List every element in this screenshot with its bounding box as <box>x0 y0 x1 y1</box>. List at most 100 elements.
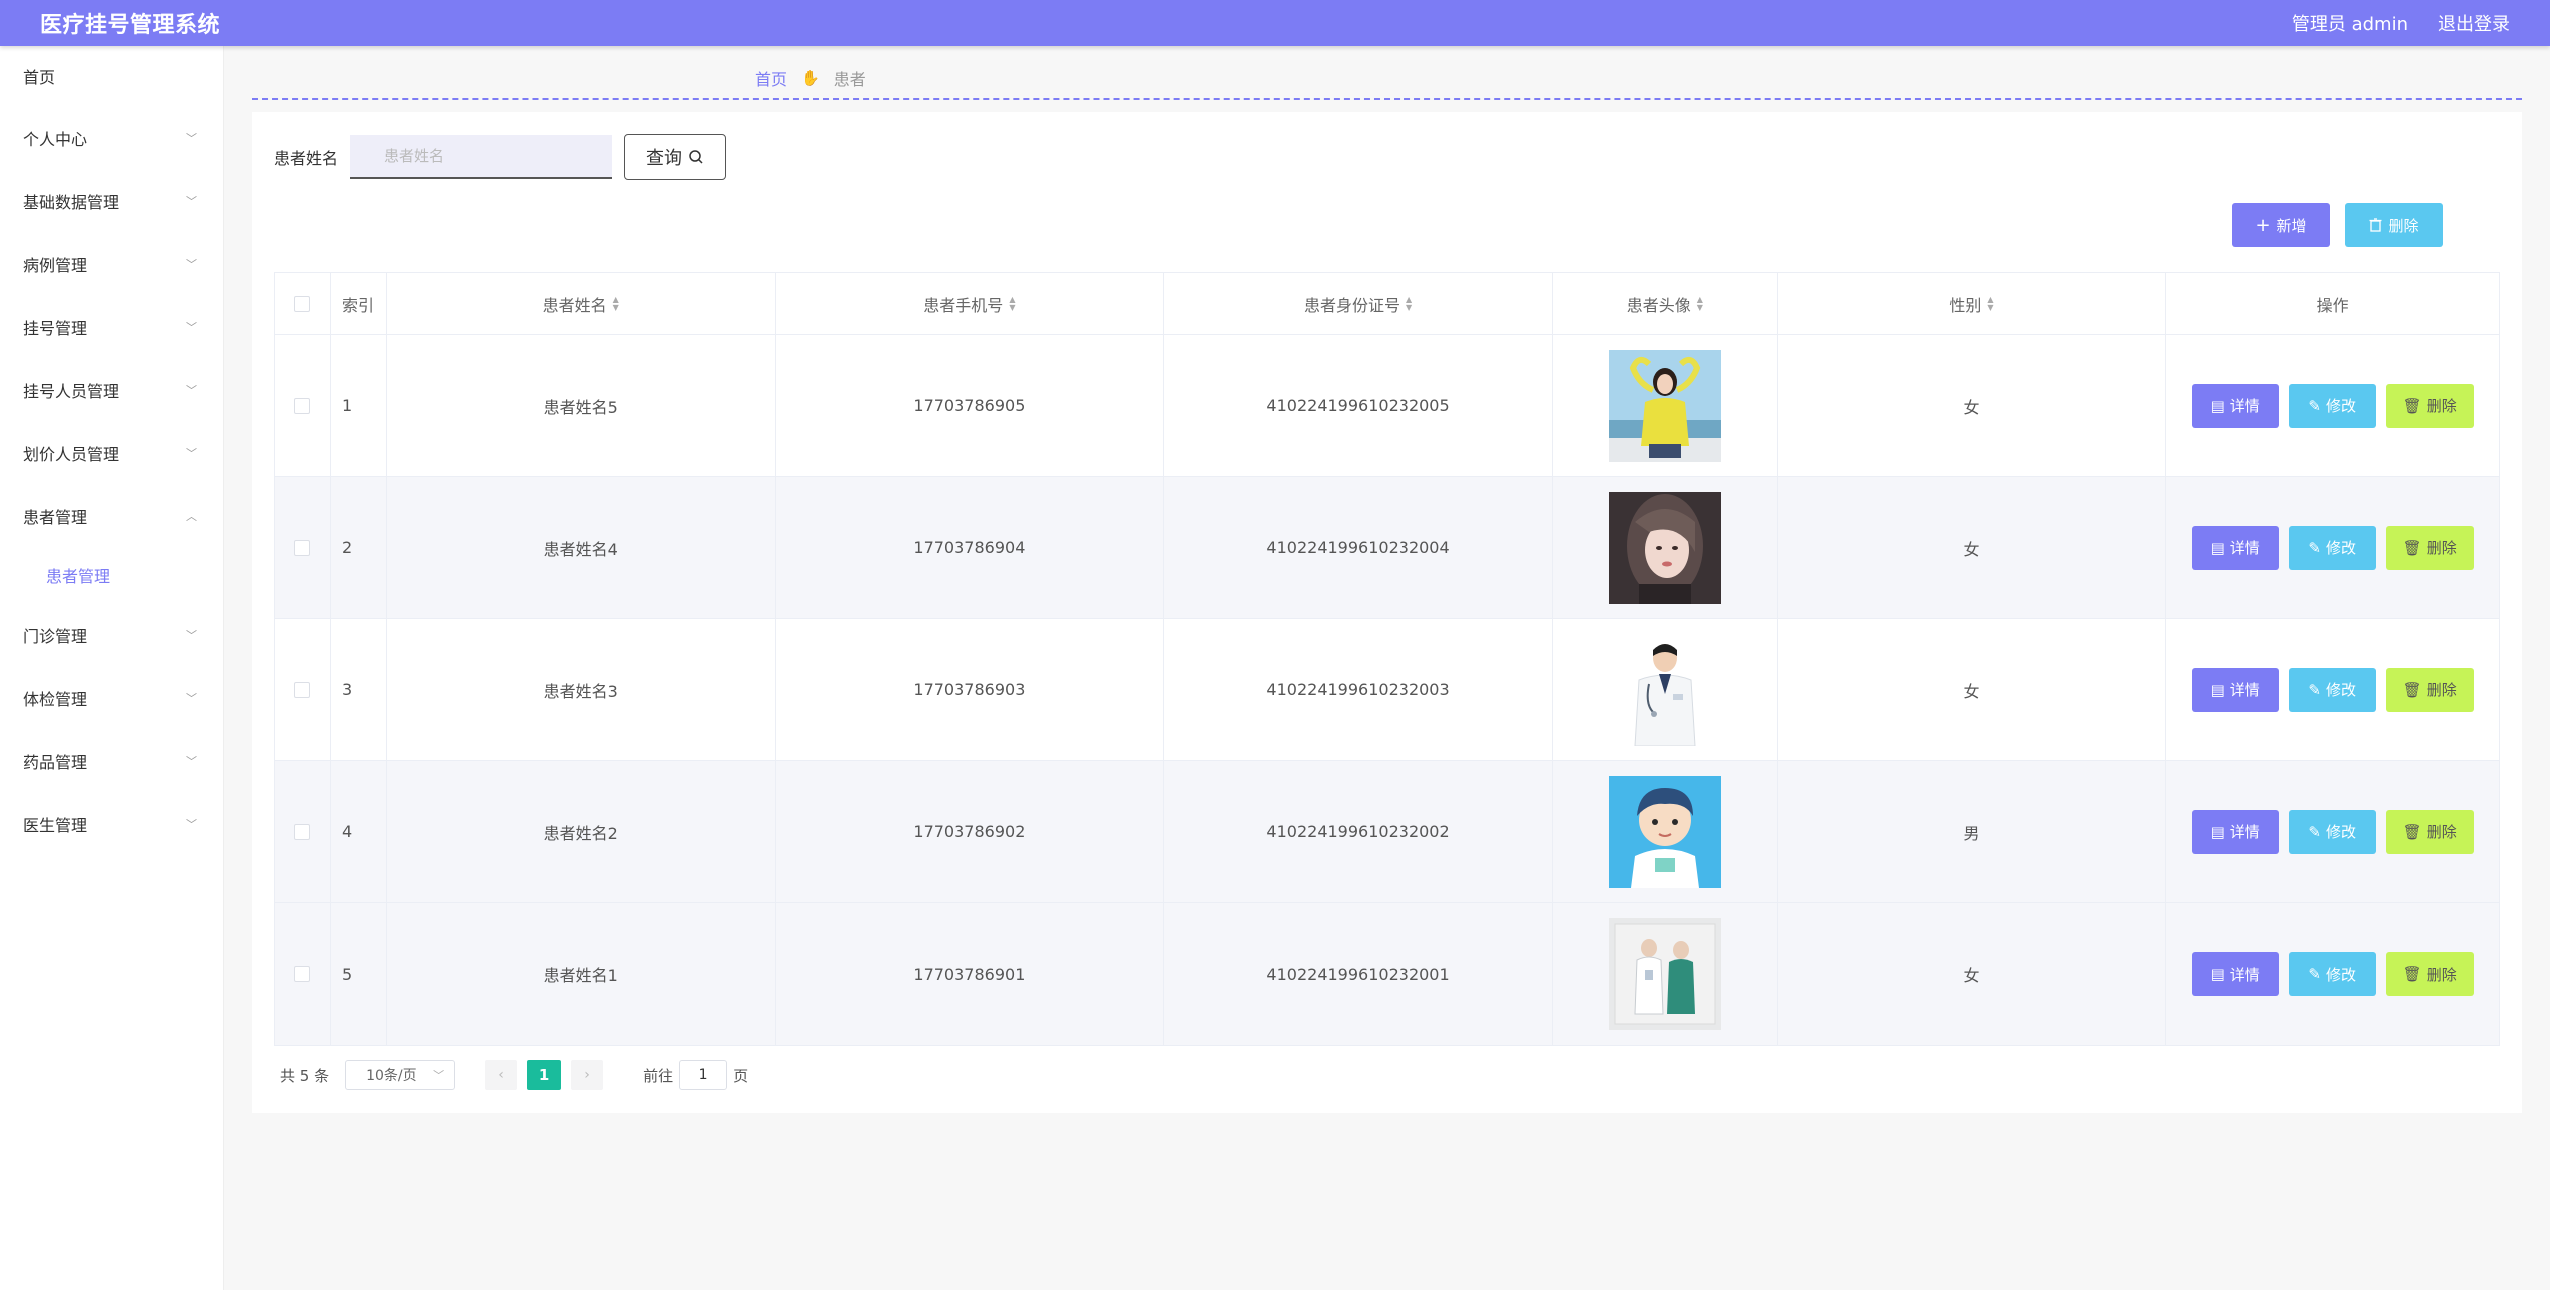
delete-button[interactable]: 🗑 删除 <box>2385 952 2474 996</box>
page-size-select[interactable]: 10条/页 ﹀ <box>345 1060 456 1090</box>
query-button[interactable]: 查询 <box>624 134 727 180</box>
goto-label: 前往 <box>643 1066 674 1085</box>
row-gender: 女 <box>1778 335 2167 476</box>
document-icon: ▤ <box>2210 822 2225 841</box>
delete-button[interactable]: 🗑 删除 <box>2385 525 2474 570</box>
chevron-down-icon: ﹀ <box>186 257 197 271</box>
row-checkbox[interactable] <box>294 823 311 840</box>
table-row: 2 患者姓名4 17703786904 410224199610232004 女 <box>275 477 2499 619</box>
header-name[interactable]: 患者姓名 ▲ ▼ <box>387 273 776 334</box>
header-avatar[interactable]: 患者头像 ▲ ▼ <box>1553 273 1778 334</box>
row-gender: 女 <box>1778 477 2167 618</box>
sidebar-item-basic-data[interactable]: 基础数据管理 ﹀ <box>0 169 223 232</box>
page-number-current[interactable]: 1 <box>527 1060 562 1090</box>
trash-icon: 🗑 <box>2402 396 2422 415</box>
header-gender[interactable]: 性别 ▲ ▼ <box>1778 273 2167 334</box>
detail-label: 详情 <box>2229 823 2260 841</box>
delete-label: 删除 <box>2426 681 2457 699</box>
goto-page-input[interactable] <box>679 1060 728 1090</box>
prev-page-button[interactable]: ‹ <box>485 1060 518 1090</box>
delete-label: 删除 <box>2426 823 2457 841</box>
header-id-card[interactable]: 患者身份证号 ▲ ▼ <box>1164 273 1553 334</box>
row-checkbox[interactable] <box>294 539 311 556</box>
avatar-doctor <box>1608 633 1721 746</box>
query-button-label: 查询 <box>646 148 683 169</box>
row-checkbox-cell <box>275 335 331 476</box>
edit-label: 修改 <box>2325 823 2356 841</box>
sidebar-item-pricing-staff[interactable]: 划价人员管理 ﹀ <box>0 421 223 484</box>
detail-label: 详情 <box>2229 397 2260 415</box>
row-actions: ▤ 详情 ✎ 修改 🗑 删除 <box>2166 335 2499 476</box>
row-phone: 17703786904 <box>776 477 1165 618</box>
avatar-medical-staff <box>1608 918 1721 1030</box>
delete-button[interactable]: 🗑 删除 <box>2385 383 2474 428</box>
logout-link[interactable]: 退出登录 <box>2438 10 2510 36</box>
sort-icon[interactable]: ▲ ▼ <box>1987 295 1993 312</box>
row-name: 患者姓名5 <box>387 335 776 476</box>
sort-icon[interactable]: ▲ ▼ <box>1009 295 1015 312</box>
sort-icon[interactable]: ▲ ▼ <box>1406 295 1412 312</box>
edit-button[interactable]: ✎ 修改 <box>2288 383 2376 428</box>
document-icon: ▤ <box>2210 680 2225 699</box>
sidebar-item-physical-exam[interactable]: 体检管理 ﹀ <box>0 666 223 729</box>
edit-button[interactable]: ✎ 修改 <box>2288 667 2376 712</box>
sidebar-item-case[interactable]: 病例管理 ﹀ <box>0 232 223 295</box>
sidebar-item-medicine[interactable]: 药品管理 ﹀ <box>0 729 223 792</box>
sidebar-item-registrar-staff[interactable]: 挂号人员管理 ﹀ <box>0 358 223 421</box>
add-button[interactable]: + 新增 <box>2232 203 2330 247</box>
detail-button[interactable]: ▤ 详情 <box>2191 952 2279 996</box>
detail-button[interactable]: ▤ 详情 <box>2191 809 2279 854</box>
sort-icon[interactable]: ▲ ▼ <box>613 295 619 312</box>
batch-delete-button[interactable]: 删除 <box>2345 203 2443 247</box>
edit-label: 修改 <box>2325 681 2356 699</box>
plus-icon: + <box>2255 214 2271 236</box>
detail-button[interactable]: ▤ 详情 <box>2191 383 2279 428</box>
document-icon: ▤ <box>2210 396 2225 415</box>
row-id-card: 410224199610232005 <box>1164 335 1553 476</box>
header-name-label: 患者姓名 <box>542 295 607 315</box>
row-name: 患者姓名4 <box>387 477 776 618</box>
table-row: 3 患者姓名3 17703786903 410224199610232003 女 <box>275 619 2499 761</box>
edit-button[interactable]: ✎ 修改 <box>2288 952 2376 996</box>
edit-button[interactable]: ✎ 修改 <box>2288 525 2376 570</box>
sidebar-item-doctor[interactable]: 医生管理 ﹀ <box>0 792 223 855</box>
row-id-card: 410224199610232003 <box>1164 619 1553 760</box>
search-icon <box>689 150 703 164</box>
delete-button[interactable]: 🗑 删除 <box>2385 667 2474 712</box>
row-checkbox[interactable] <box>294 397 311 414</box>
breadcrumb-home[interactable]: 首页 <box>755 66 787 90</box>
row-checkbox[interactable] <box>294 966 311 982</box>
sidebar-subitem-patient-management[interactable]: 患者管理 <box>0 547 223 603</box>
patient-table: 索引 患者姓名 ▲ ▼ 患者手机号 ▲ ▼ 患者身份证号 ▲ ▼ 患者头像 ▲ ▼ 性别 ▲ ▼ 操… <box>274 272 2500 1046</box>
sidebar-item-personal-center[interactable]: 个人中心 ﹀ <box>0 106 223 169</box>
delete-button[interactable]: 🗑 删除 <box>2385 809 2474 854</box>
sidebar-item-home[interactable]: 首页 <box>0 46 223 106</box>
sort-icon[interactable]: ▲ ▼ <box>1697 295 1703 312</box>
row-name: 患者姓名1 <box>387 903 776 1045</box>
search-bar: 患者姓名 查询 <box>274 134 727 180</box>
edit-icon: ✎ <box>2308 396 2321 415</box>
sidebar-item-patient[interactable]: 患者管理 ︿ <box>0 484 223 547</box>
next-page-button[interactable]: › <box>571 1060 604 1090</box>
patient-name-search-input[interactable] <box>350 135 613 179</box>
edit-icon: ✎ <box>2308 965 2321 983</box>
row-index: 3 <box>331 619 387 760</box>
table-header-row: 索引 患者姓名 ▲ ▼ 患者手机号 ▲ ▼ 患者身份证号 ▲ ▼ 患者头像 ▲ ▼ 性别 ▲ ▼ 操… <box>275 273 2499 335</box>
detail-button[interactable]: ▤ 详情 <box>2191 525 2279 570</box>
row-checkbox[interactable] <box>294 681 311 698</box>
edit-button[interactable]: ✎ 修改 <box>2288 809 2376 854</box>
sidebar-item-label: 划价人员管理 <box>23 444 120 464</box>
detail-label: 详情 <box>2229 965 2260 984</box>
sidebar-item-label: 挂号管理 <box>23 318 88 338</box>
sidebar-item-registration[interactable]: 挂号管理 ﹀ <box>0 295 223 358</box>
sidebar-item-outpatient[interactable]: 门诊管理 ﹀ <box>0 603 223 666</box>
row-index: 5 <box>331 903 387 1045</box>
edit-icon: ✎ <box>2308 538 2321 557</box>
select-all-checkbox[interactable] <box>294 295 311 312</box>
row-index: 4 <box>331 761 387 902</box>
detail-button[interactable]: ▤ 详情 <box>2191 667 2279 712</box>
row-gender: 男 <box>1778 761 2167 902</box>
header-phone[interactable]: 患者手机号 ▲ ▼ <box>776 273 1165 334</box>
sidebar-item-label: 个人中心 <box>23 129 88 149</box>
current-user[interactable]: 管理员 admin <box>2292 10 2408 36</box>
